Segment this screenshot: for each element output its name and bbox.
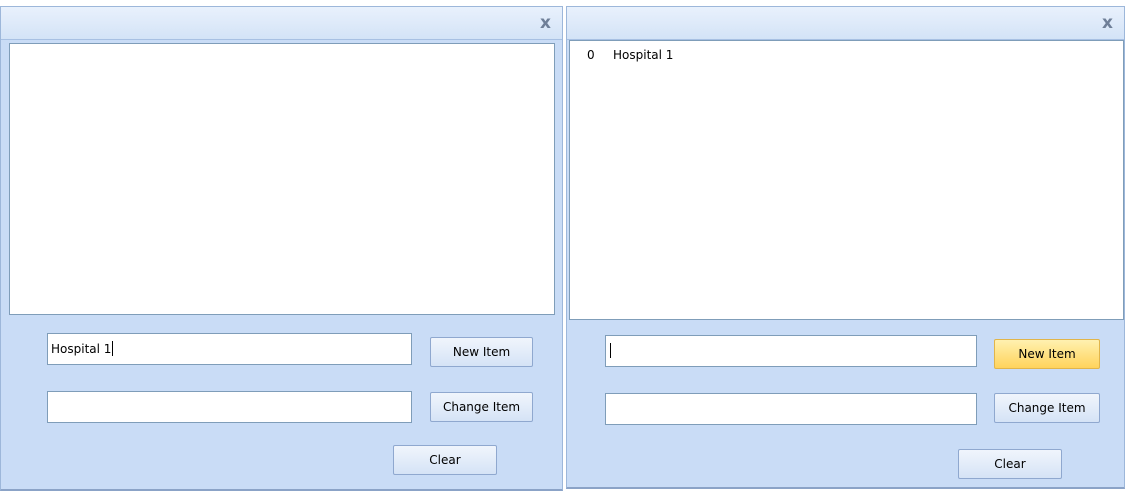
new-item-button[interactable]: New Item: [994, 339, 1100, 369]
list-item-index: 0: [587, 48, 595, 62]
change-item-input[interactable]: [605, 393, 977, 425]
title-bar: x: [1, 7, 562, 40]
title-bar: x: [567, 7, 1124, 40]
change-item-button[interactable]: Change Item: [994, 393, 1100, 423]
text-caret: [610, 343, 611, 358]
list-item-text: Hospital 1: [613, 48, 674, 62]
close-icon[interactable]: x: [1102, 13, 1113, 33]
dialog-window-left: x Hospital 1 New Item Change Item Clear: [0, 6, 563, 491]
close-icon[interactable]: x: [540, 13, 551, 33]
items-listbox[interactable]: [9, 43, 555, 315]
dialog-window-right: x 0 Hospital 1 New Item Change Item Clear: [566, 6, 1125, 489]
clear-button[interactable]: Clear: [393, 445, 497, 475]
new-item-button[interactable]: New Item: [430, 337, 533, 367]
change-item-input[interactable]: [47, 391, 412, 423]
new-item-input[interactable]: Hospital 1: [47, 333, 412, 365]
list-item[interactable]: 0 Hospital 1: [587, 47, 673, 63]
text-caret: [112, 341, 114, 356]
change-item-button[interactable]: Change Item: [430, 392, 533, 422]
clear-button[interactable]: Clear: [958, 449, 1062, 479]
items-listbox[interactable]: 0 Hospital 1: [569, 40, 1124, 320]
new-item-input-value: Hospital 1: [51, 342, 112, 356]
screenshot-stage: x Hospital 1 New Item Change Item Clear …: [0, 0, 1126, 495]
new-item-input[interactable]: [605, 335, 977, 367]
